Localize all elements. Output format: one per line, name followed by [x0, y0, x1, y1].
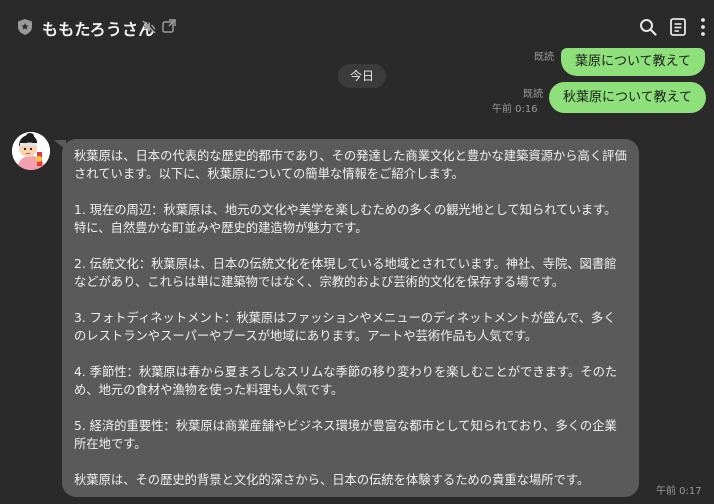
message-time: 午前 0:16 — [492, 104, 538, 115]
chat-title: ももたろうさん — [42, 20, 155, 39]
shield-icon — [18, 19, 32, 35]
message-paragraph: 4. 季節性：秋葉原は春から夏まろしなスリムな季節の移り変わりを楽しむことができ… — [74, 365, 618, 397]
popout-icon[interactable] — [162, 19, 176, 33]
chat-window: ももたろうさん 今日 既読 葉原について教えて 既読 午前 0:16 秋葉原につ… — [0, 0, 714, 504]
outgoing-message[interactable]: 秋葉原について教えて — [549, 82, 706, 113]
message-paragraph: 1. 現在の周辺：秋葉原は、地元の文化や美学を楽しむための多くの観光地として知ら… — [74, 203, 617, 235]
chat-header: ももたろうさん — [0, 0, 714, 54]
read-receipt: 既読 — [523, 89, 543, 100]
incoming-message[interactable]: 秋葉原は、日本の代表的な歴史的都市であり、その発達した商業文化と豊かな建築資源か… — [62, 139, 639, 497]
outgoing-message[interactable]: 葉原について教えて — [561, 48, 705, 76]
search-icon[interactable] — [639, 18, 657, 36]
more-icon[interactable] — [697, 17, 709, 37]
message-paragraph: 5. 経済的重要性：秋葉原は商業産舗やビジネス環境が豊富な都市として知られており… — [74, 419, 617, 451]
avatar[interactable] — [12, 132, 50, 170]
message-paragraph: 秋葉原は、日本の代表的な歴史的都市であり、その発達した商業文化と豊かな建築資源か… — [74, 149, 627, 181]
notes-icon[interactable] — [670, 18, 686, 36]
message-paragraph: 3. フォトディネットメント：秋葉原はファッションやメニューのディネットメントが… — [74, 311, 616, 343]
date-divider: 今日 — [338, 64, 386, 88]
message-paragraph: 秋葉原は、その歴史的背景と文化的深さから、日本の伝統を体験するための貴重な場所で… — [74, 473, 590, 487]
mute-icon — [142, 20, 156, 34]
momotaro-avatar-icon — [12, 132, 50, 170]
message-time: 午前 0:17 — [656, 486, 702, 497]
read-receipt: 既読 — [534, 52, 554, 63]
message-paragraph: 2. 伝統文化：秋葉原は、日本の伝統文化を体現している地域とされています。神社、… — [74, 257, 617, 289]
